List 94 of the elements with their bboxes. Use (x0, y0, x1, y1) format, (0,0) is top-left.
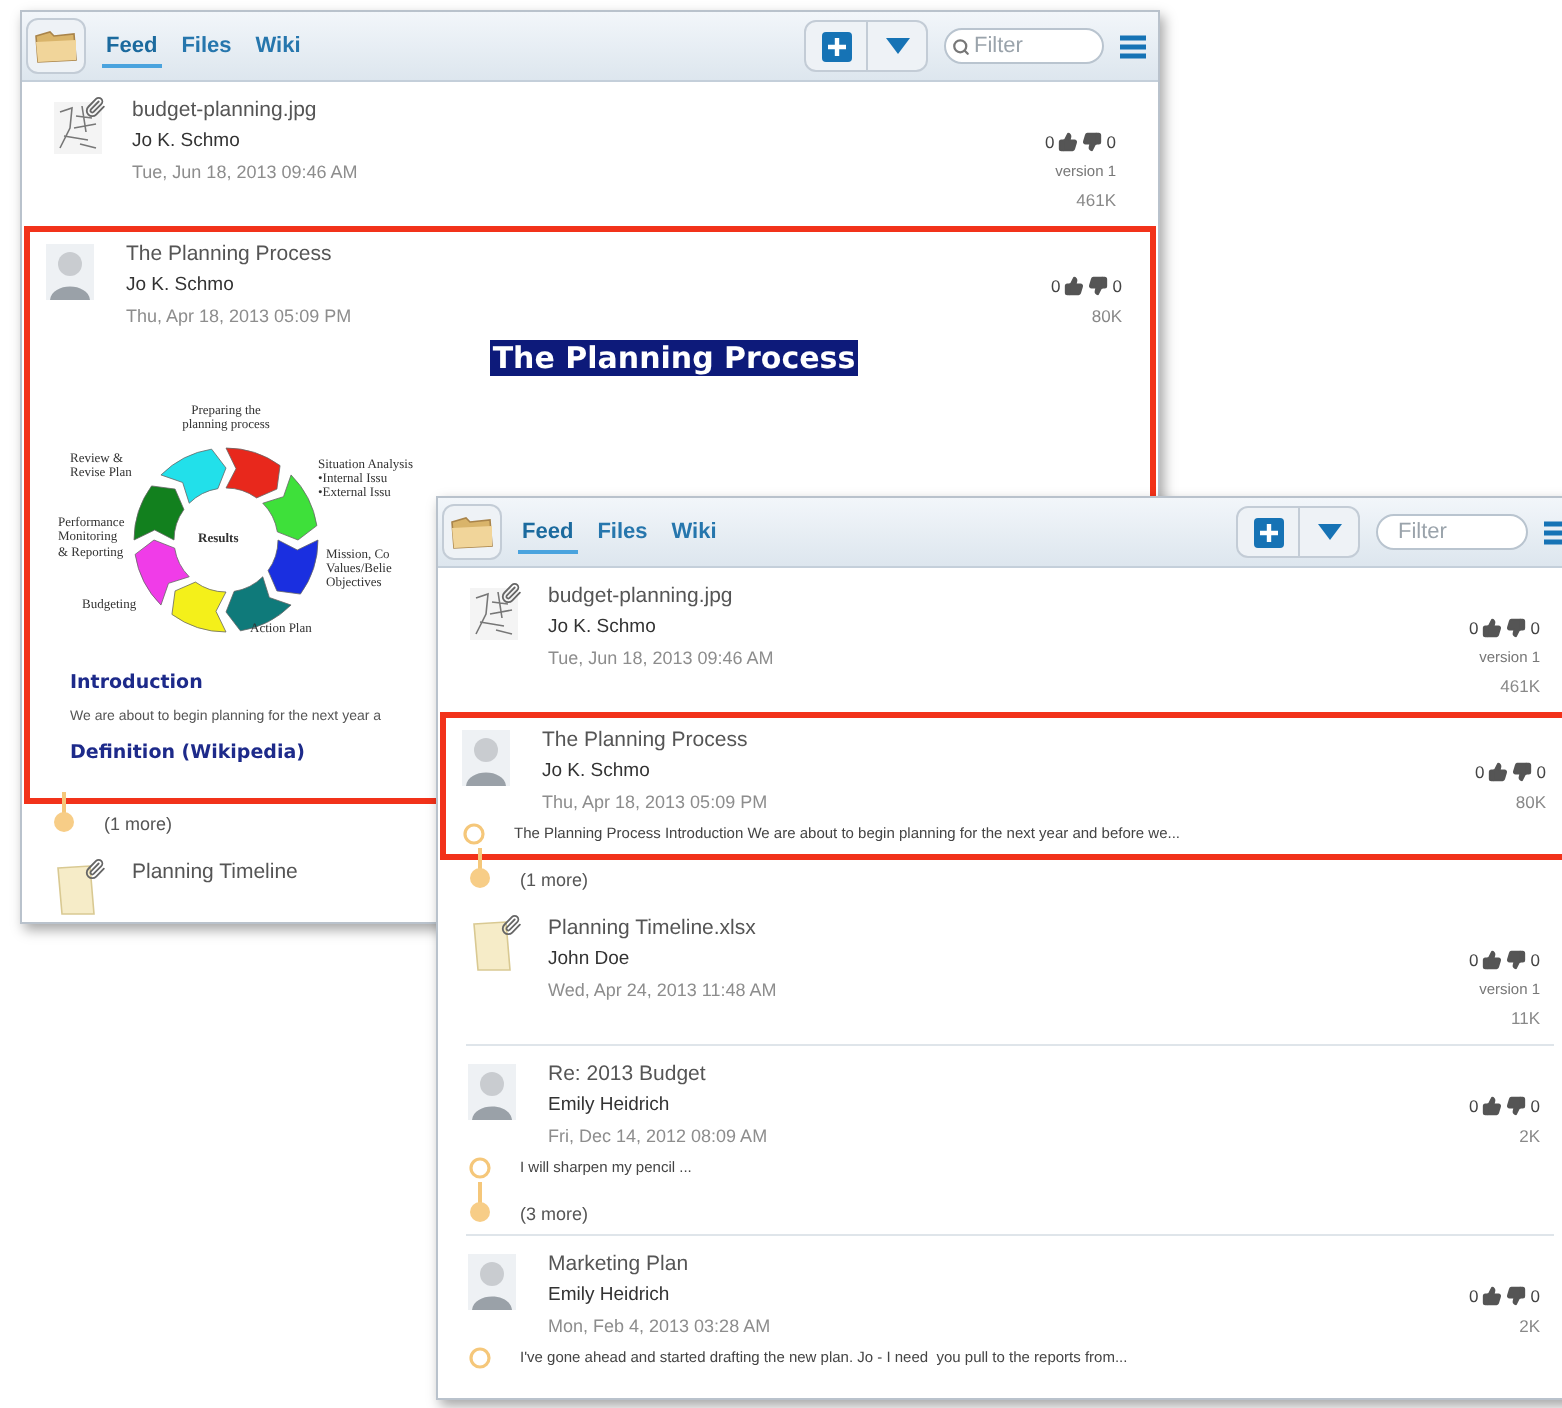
thread-start-icon (468, 1345, 492, 1369)
file-size: 461K (1076, 188, 1116, 214)
avatar-icon (468, 1254, 516, 1310)
document-icon (52, 862, 100, 918)
file-size: 11K (1511, 1006, 1540, 1032)
entry-date: Thu, Apr 18, 2013 05:09 PM (126, 304, 352, 330)
thread-end-icon (52, 792, 76, 836)
entry-date: Mon, Feb 4, 2013 03:28 AM (548, 1314, 771, 1340)
dislike-count: 0 (1530, 618, 1540, 638)
tab[interactable]: Files (177, 25, 236, 67)
thumbs-up-icon[interactable] (1064, 276, 1085, 296)
thumbs-down-icon[interactable] (1506, 950, 1527, 970)
document-heading: The Planning Process (490, 340, 858, 376)
tab[interactable]: Feed (102, 25, 162, 67)
like-count: 0 (1469, 1286, 1479, 1306)
dislike-count: 0 (1106, 132, 1116, 152)
thumbs-up-icon[interactable] (1488, 762, 1509, 782)
entry-date: Fri, Dec 14, 2012 08:09 AM (548, 1124, 768, 1150)
dislike-count: 0 (1530, 1096, 1540, 1116)
entry-title[interactable]: Planning Timeline (132, 858, 298, 888)
entry-title[interactable]: Marketing Plan (548, 1250, 689, 1280)
like-count: 0 (1051, 276, 1061, 296)
entry-title[interactable]: The Planning Process (542, 726, 748, 756)
caret-icon (885, 38, 909, 54)
dislike-count: 0 (1112, 276, 1122, 296)
like-count: 0 (1469, 950, 1479, 970)
thumbs-down-icon[interactable] (1506, 1286, 1527, 1306)
file-size: 80K (1515, 790, 1546, 816)
entry-author: Jo K. Schmo (542, 758, 650, 786)
search-icon (952, 38, 970, 56)
thumbs-up-icon[interactable] (1482, 618, 1503, 638)
entry-author: Emily Heidrich (548, 1092, 670, 1120)
like-count: 0 (1469, 618, 1479, 638)
thread-start-icon (462, 821, 486, 845)
plus-icon (1253, 517, 1283, 547)
avatar-icon (468, 1064, 516, 1120)
tab[interactable]: Feed (518, 511, 578, 553)
filter-field[interactable]: Filter (1376, 514, 1528, 550)
caret-icon (1317, 524, 1341, 540)
dislike-count: 0 (1536, 762, 1546, 782)
thumbs-up-icon[interactable] (1058, 132, 1079, 152)
avatar-icon (462, 730, 510, 786)
thumbs-down-icon[interactable] (1506, 618, 1527, 638)
folder-icon (34, 28, 78, 64)
thumbs-up-icon[interactable] (1482, 1096, 1503, 1116)
entry-title[interactable]: Planning Timeline.xlsx (548, 914, 756, 944)
like-count: 0 (1469, 1096, 1479, 1116)
thread-end-icon (468, 1182, 492, 1226)
entry-author: John Doe (548, 946, 630, 974)
thumbs-down-icon[interactable] (1082, 132, 1103, 152)
menu-icon (1120, 33, 1146, 59)
more-comments-link[interactable]: (1 more) (104, 814, 173, 834)
thread-start-icon (468, 1155, 492, 1179)
thumbs-down-icon[interactable] (1088, 276, 1109, 296)
entry-title[interactable]: Re: 2013 Budget (548, 1060, 706, 1090)
entry-date: Tue, Jun 18, 2013 09:46 AM (548, 646, 774, 672)
sketch-thumbnail-icon (468, 586, 520, 642)
like-count: 0 (1475, 762, 1485, 782)
entry-date: Thu, Apr 18, 2013 05:09 PM (542, 790, 768, 816)
tab[interactable]: Files (593, 511, 652, 553)
dislike-count: 0 (1530, 1286, 1540, 1306)
entry-date: Wed, Apr 24, 2013 11:48 AM (548, 978, 777, 1004)
more-comments-link[interactable]: (3 more) (520, 1204, 589, 1224)
file-size: 2K (1519, 1314, 1540, 1340)
avatar-icon (46, 244, 94, 300)
like-count: 0 (1045, 132, 1055, 152)
dislike-count: 0 (1530, 950, 1540, 970)
file-size: 461K (1500, 674, 1540, 700)
entry-author: Emily Heidrich (548, 1282, 670, 1310)
thumbs-up-icon[interactable] (1482, 950, 1503, 970)
plus-icon (821, 31, 851, 61)
entry-date: Tue, Jun 18, 2013 09:46 AM (132, 160, 358, 186)
document-icon (468, 918, 516, 974)
entry-title[interactable]: The Planning Process (126, 240, 332, 270)
wikipedia-link[interactable]: Definition (Wikipedia) (70, 742, 305, 764)
file-size: 2K (1519, 1124, 1540, 1150)
folder-icon (450, 514, 494, 550)
thumbs-down-icon[interactable] (1506, 1096, 1527, 1116)
entry-title[interactable]: budget-planning.jpg (132, 96, 317, 126)
entry-author: Jo K. Schmo (126, 272, 234, 300)
entry-author: Jo K. Schmo (548, 614, 656, 642)
document-subheading: Introduction (70, 672, 203, 694)
menu-button[interactable] (1120, 33, 1146, 59)
thumbs-up-icon[interactable] (1482, 1286, 1503, 1306)
sketch-thumbnail-icon (52, 100, 104, 156)
entry-title[interactable]: budget-planning.jpg (548, 582, 733, 612)
thread-end-icon (468, 848, 492, 892)
more-comments-link[interactable]: (1 more) (520, 870, 589, 890)
tab[interactable]: Wiki (667, 511, 721, 553)
thumbs-down-icon[interactable] (1512, 762, 1533, 782)
file-size: 80K (1091, 304, 1122, 330)
tab[interactable]: Wiki (251, 25, 305, 67)
entry-author: Jo K. Schmo (132, 128, 240, 156)
filter-field[interactable]: Filter (944, 28, 1104, 64)
